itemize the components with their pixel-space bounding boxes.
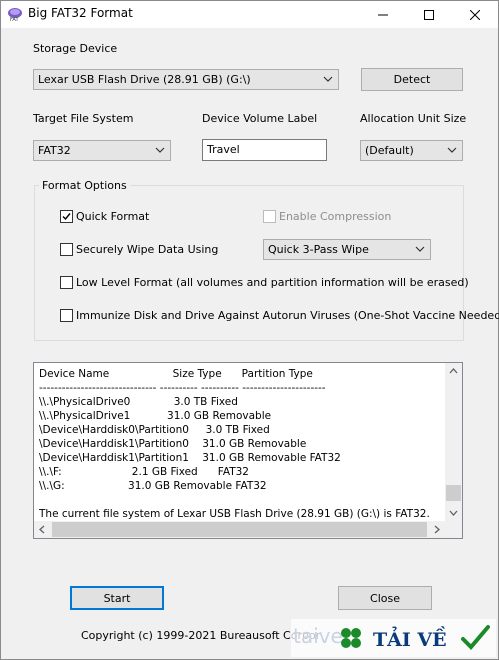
watermark-text: TẢI VỀ xyxy=(373,625,447,651)
immunize-label[interactable]: Immunize Disk and Drive Against Autorun … xyxy=(76,309,499,322)
app-icon: FAT xyxy=(8,8,22,22)
copyright-text: Copyright (c) 1999-2021 Bureausoft Corpo… xyxy=(81,629,321,642)
alloc-size-label: Allocation Unit Size xyxy=(360,112,467,125)
immunize-checkbox[interactable] xyxy=(60,309,73,322)
maximize-icon xyxy=(424,9,434,20)
quick-format-label[interactable]: Quick Format xyxy=(76,210,149,223)
close-window-button[interactable] xyxy=(452,1,498,28)
scroll-right-icon[interactable] xyxy=(428,521,445,538)
wipe-method-value: Quick 3-Pass Wipe xyxy=(268,243,369,256)
secure-wipe-checkbox[interactable] xyxy=(60,243,73,256)
volume-label-input[interactable]: Travel xyxy=(202,139,327,161)
watermark-site: taive xyxy=(293,624,343,648)
target-fs-value: FAT32 xyxy=(38,144,71,157)
storage-device-value: Lexar USB Flash Drive (28.91 GB) (G:\) xyxy=(38,73,251,86)
title-bar[interactable]: FAT Big FAT32 Format xyxy=(1,1,498,28)
vertical-scroll-thumb[interactable] xyxy=(446,485,461,501)
storage-device-select[interactable]: Lexar USB Flash Drive (28.91 GB) (G:\) xyxy=(33,69,339,90)
alloc-size-select[interactable]: (Default) xyxy=(360,140,463,161)
minimize-button[interactable] xyxy=(360,1,406,28)
start-button[interactable]: Start xyxy=(70,586,164,610)
target-fs-label: Target File System xyxy=(33,112,134,125)
taive-watermark-logo: taive TẢI VỀ xyxy=(291,619,496,657)
scrollbar-corner xyxy=(445,521,462,538)
scroll-up-icon[interactable] xyxy=(445,363,462,380)
format-options-title: Format Options xyxy=(39,179,130,192)
volume-label-value: Travel xyxy=(207,143,240,156)
maximize-button[interactable] xyxy=(406,1,452,28)
checkmark-icon xyxy=(62,213,71,221)
alloc-size-value: (Default) xyxy=(365,144,414,157)
enable-compression-checkbox[interactable] xyxy=(263,210,276,223)
svg-text:FAT: FAT xyxy=(10,17,19,22)
enable-compression-label: Enable Compression xyxy=(279,210,392,223)
main-window: FAT Big FAT32 Format Storage Device Lexa… xyxy=(0,0,499,660)
detect-button[interactable]: Detect xyxy=(361,68,463,91)
horizontal-scroll-thumb[interactable] xyxy=(52,522,427,537)
vertical-scrollbar[interactable] xyxy=(445,363,462,521)
close-icon xyxy=(470,9,480,20)
wipe-method-select[interactable]: Quick 3-Pass Wipe xyxy=(263,239,431,260)
window-title: Big FAT32 Format xyxy=(28,6,133,20)
low-level-format-label[interactable]: Low Level Format (all volumes and partit… xyxy=(76,276,469,289)
chevron-down-icon xyxy=(447,147,457,153)
scroll-left-icon[interactable] xyxy=(34,521,51,538)
chevron-down-icon xyxy=(155,147,165,153)
horizontal-scrollbar[interactable] xyxy=(34,521,445,538)
secure-wipe-label[interactable]: Securely Wipe Data Using xyxy=(76,243,218,256)
volume-label-label: Device Volume Label xyxy=(202,112,318,125)
quick-format-checkbox[interactable] xyxy=(60,210,73,223)
device-log-list[interactable]: Device Name Size Type Partition Type ---… xyxy=(33,362,463,539)
scroll-down-icon[interactable] xyxy=(445,504,462,521)
chevron-down-icon xyxy=(323,76,333,82)
minimize-icon xyxy=(378,14,388,15)
chevron-down-icon xyxy=(415,246,425,252)
close-button[interactable]: Close xyxy=(338,586,432,610)
target-fs-select[interactable]: FAT32 xyxy=(33,140,171,161)
low-level-format-checkbox[interactable] xyxy=(60,276,73,289)
storage-device-label: Storage Device xyxy=(33,42,118,55)
device-log-text: Device Name Size Type Partition Type ---… xyxy=(39,368,430,520)
